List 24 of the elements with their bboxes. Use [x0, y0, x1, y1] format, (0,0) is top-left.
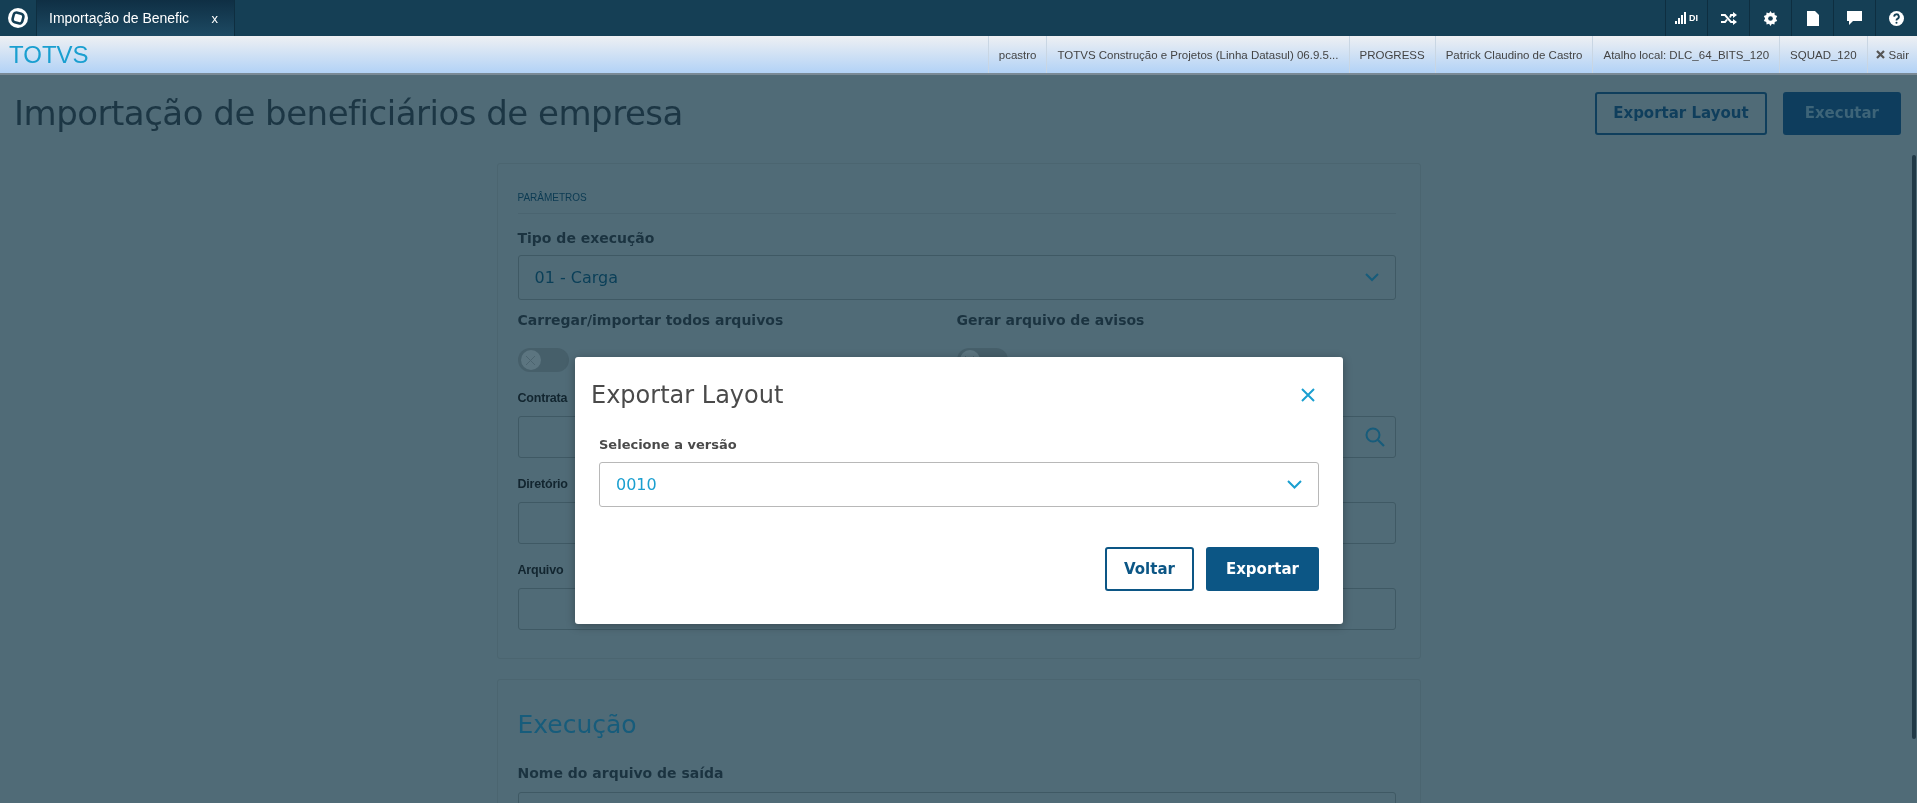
session-info: SQUAD_120 [1779, 36, 1867, 73]
close-button[interactable]: x [207, 10, 222, 26]
field-label: Contrata [517, 391, 568, 405]
field-label: Tipo de execução [517, 230, 656, 246]
field-label: Arquivo [517, 563, 564, 577]
session-info: TOTVS Construção e Projetos (Linha Datasul) 06.9.5... [1046, 36, 1349, 73]
section-heading: PARÂMETROS [517, 192, 588, 203]
toggle-label: Carregar/importar todos arquivos [517, 312, 785, 328]
session-info: Patrick Claudino de Castro [1434, 36, 1593, 73]
session-info: pcastro [987, 36, 1047, 73]
export-button[interactable]: Exportar [1205, 547, 1319, 591]
tab[interactable]: Importação de Benefic x [37, 0, 235, 36]
field-label: Selecione a versão [598, 437, 738, 452]
field-label: Nome do arquivo de saída [517, 765, 725, 781]
field-label: Diretório [517, 477, 568, 491]
section-heading: Execução [517, 710, 638, 739]
session-info: PROGRESS [1348, 36, 1435, 73]
brand-name: TOTVS [8, 40, 89, 69]
toggle-label: Gerar arquivo de avisos [956, 312, 1146, 328]
logout-button[interactable]: Sair [1866, 36, 1917, 73]
dialog-title: Exportar Layout [591, 381, 784, 409]
back-button[interactable]: Voltar [1105, 547, 1194, 591]
session-info: Atalho local: DLC_64_BITS_120 [1592, 36, 1780, 73]
connection-label: DI [1689, 13, 1698, 23]
